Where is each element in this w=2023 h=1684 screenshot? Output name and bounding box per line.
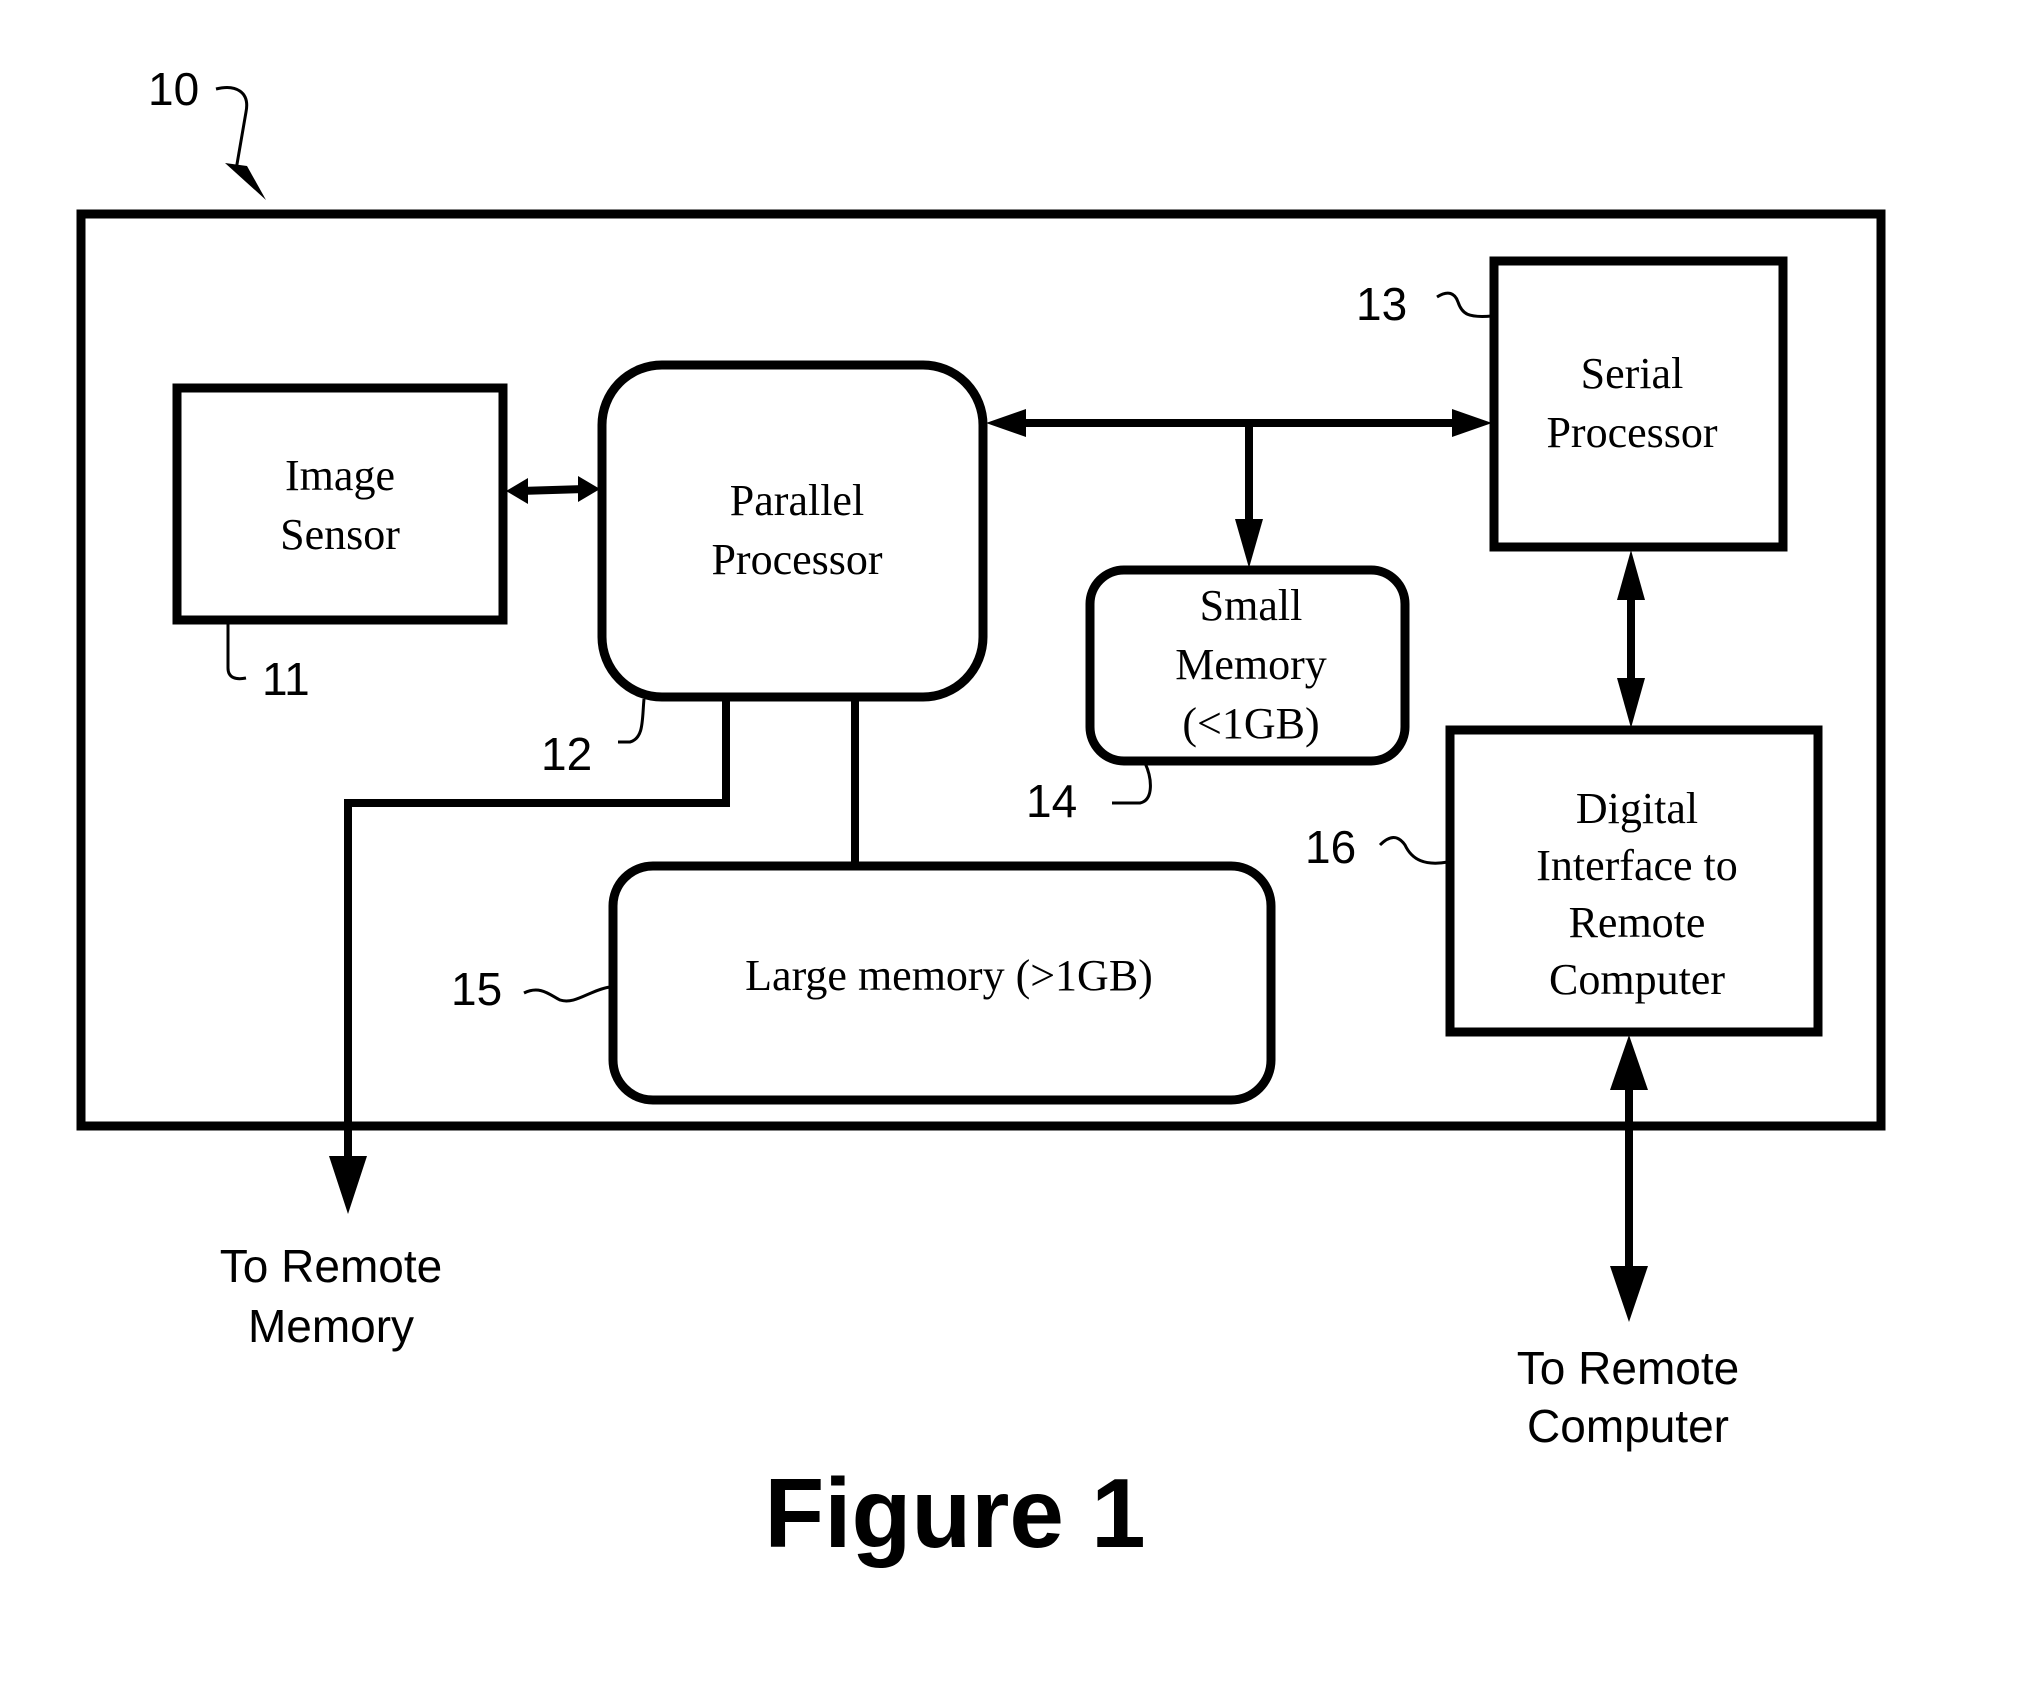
ref-label-11: 11 bbox=[262, 653, 310, 705]
small-memory-label-2: Memory bbox=[1175, 640, 1327, 689]
connector-sensor-parallel bbox=[519, 485, 586, 495]
parallel-processor-label-1: Parallel bbox=[730, 476, 864, 525]
digital-interface-label-1: Digital bbox=[1576, 784, 1698, 833]
image-sensor-label-1: Image bbox=[285, 451, 395, 500]
figure-caption: Figure 1 bbox=[764, 1458, 1145, 1568]
small-memory-label-1: Small bbox=[1200, 581, 1303, 630]
ref-label-12: 12 bbox=[541, 728, 592, 780]
serial-processor-label-2: Processor bbox=[1546, 408, 1717, 457]
digital-interface-block: Digital Interface to Remote Computer bbox=[1445, 725, 1823, 1037]
arrow-head-icon bbox=[1610, 1266, 1648, 1322]
arrow-head-icon bbox=[225, 163, 266, 200]
remote-computer-label-1: To Remote bbox=[1517, 1342, 1739, 1394]
parallel-processor-label-2: Processor bbox=[711, 535, 882, 584]
digital-interface-label-3: Remote bbox=[1569, 898, 1706, 947]
ref-label-15: 15 bbox=[451, 963, 502, 1015]
large-memory-block: Large memory (>1GB) bbox=[608, 861, 1276, 1105]
digital-interface-label-4: Computer bbox=[1549, 955, 1725, 1004]
digital-interface-label-2: Interface to bbox=[1536, 841, 1738, 890]
remote-memory-label: To Remote Memory bbox=[220, 1240, 442, 1352]
small-memory-label-3: (<1GB) bbox=[1182, 699, 1319, 748]
ref-label-14: 14 bbox=[1026, 775, 1077, 827]
image-sensor-label-2: Sensor bbox=[280, 510, 400, 559]
arrow-head-icon bbox=[329, 1156, 367, 1214]
ref-label-10: 10 bbox=[148, 63, 199, 115]
image-sensor-block: Image Sensor bbox=[172, 383, 508, 625]
parallel-processor-block: Parallel Processor bbox=[597, 360, 988, 702]
diagram-canvas: 10 Image Sensor 11 Parallel Processor 12… bbox=[76, 63, 1886, 1568]
ref-label-13: 13 bbox=[1356, 278, 1407, 330]
ref-label-16: 16 bbox=[1305, 821, 1356, 873]
remote-memory-label-1: To Remote bbox=[220, 1240, 442, 1292]
serial-processor-label-1: Serial bbox=[1581, 349, 1684, 398]
ref-leader-10 bbox=[215, 86, 249, 171]
remote-memory-label-2: Memory bbox=[248, 1300, 414, 1352]
serial-processor-block: Serial Processor bbox=[1489, 256, 1788, 552]
remote-computer-label-2: Computer bbox=[1527, 1400, 1729, 1452]
small-memory-block: Small Memory (<1GB) bbox=[1085, 565, 1410, 766]
remote-computer-label: To Remote Computer bbox=[1517, 1342, 1739, 1452]
large-memory-label: Large memory (>1GB) bbox=[745, 951, 1153, 1000]
